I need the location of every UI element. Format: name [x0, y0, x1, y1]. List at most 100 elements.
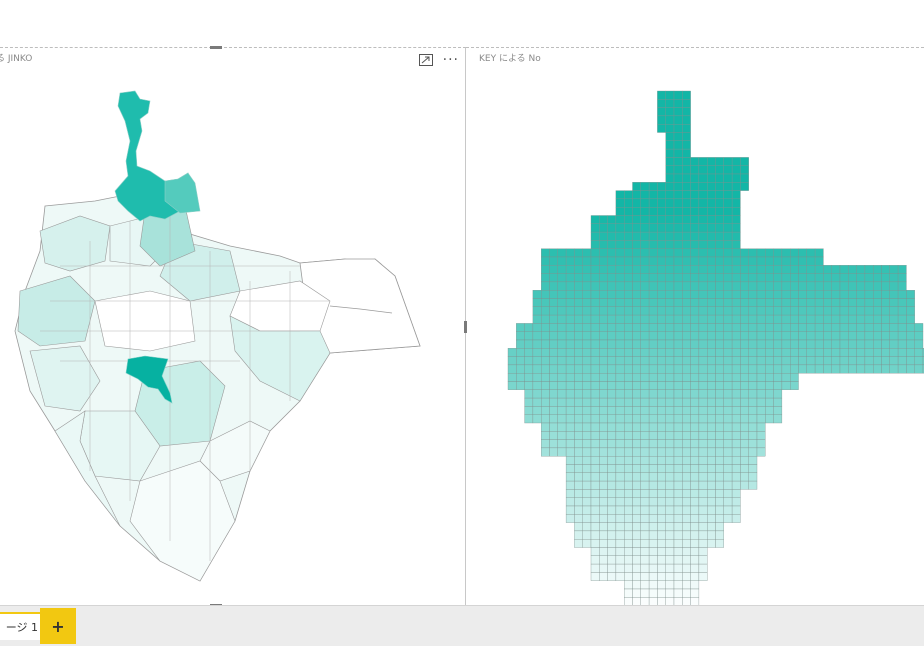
grid-cell[interactable] — [557, 373, 567, 382]
grid-cell[interactable] — [615, 215, 625, 224]
grid-cell[interactable] — [897, 323, 907, 332]
grid-cell[interactable] — [590, 339, 600, 349]
grid-cell[interactable] — [665, 207, 675, 216]
grid-cell[interactable] — [574, 497, 583, 507]
grid-cell[interactable] — [690, 364, 700, 374]
grid-cell[interactable] — [723, 173, 733, 183]
grid-cell[interactable] — [565, 505, 575, 515]
grid-cell[interactable] — [673, 397, 683, 407]
grid-cell[interactable] — [615, 356, 625, 366]
grid-cell[interactable] — [682, 265, 691, 274]
grid-cell[interactable] — [549, 339, 558, 349]
grid-cell[interactable] — [565, 323, 575, 332]
grid-cell[interactable] — [723, 231, 733, 241]
grid-cell[interactable] — [698, 381, 708, 390]
grid-cell[interactable] — [889, 298, 899, 307]
grid-cell[interactable] — [607, 356, 617, 366]
grid-cell[interactable] — [806, 339, 816, 349]
grid-cell[interactable] — [599, 323, 608, 332]
grid-cell[interactable] — [590, 572, 600, 581]
grid-cell[interactable] — [640, 497, 650, 507]
grid-cell[interactable] — [781, 265, 791, 274]
grid-cell[interactable] — [615, 555, 625, 565]
grid-cell[interactable] — [914, 356, 924, 366]
grid-cell[interactable] — [673, 555, 683, 565]
grid-cell[interactable] — [682, 422, 691, 432]
grid-cell[interactable] — [673, 348, 683, 357]
grid-cell[interactable] — [906, 356, 915, 366]
grid-cell[interactable] — [648, 497, 658, 507]
key-grid-map-visual[interactable]: KEY による No — [466, 47, 924, 606]
grid-cell[interactable] — [698, 265, 708, 274]
grid-cell[interactable] — [740, 406, 749, 415]
grid-cell[interactable] — [574, 522, 583, 532]
grid-cell[interactable] — [707, 422, 716, 432]
grid-cell[interactable] — [599, 447, 608, 457]
grid-cell[interactable] — [599, 306, 608, 316]
grid-cell[interactable] — [823, 364, 832, 374]
grid-cell[interactable] — [731, 265, 741, 274]
grid-cell[interactable] — [715, 505, 724, 515]
grid-cell[interactable] — [715, 207, 724, 216]
grid-cell[interactable] — [624, 373, 633, 382]
grid-cell[interactable] — [682, 597, 691, 605]
grid-cell[interactable] — [856, 306, 866, 316]
grid-cell[interactable] — [856, 314, 866, 324]
grid-cell[interactable] — [690, 588, 700, 598]
grid-cell[interactable] — [640, 306, 650, 316]
grid-cell[interactable] — [831, 323, 841, 332]
grid-cell[interactable] — [590, 447, 600, 457]
grid-cell[interactable] — [607, 273, 617, 283]
grid-cell[interactable] — [673, 148, 683, 158]
grid-cell[interactable] — [574, 456, 583, 465]
grid-cell[interactable] — [599, 472, 608, 482]
grid-cell[interactable] — [748, 381, 758, 390]
grid-cell[interactable] — [723, 389, 733, 399]
grid-cell[interactable] — [607, 265, 617, 274]
grid-cell[interactable] — [790, 248, 799, 258]
grid-cell[interactable] — [798, 256, 807, 266]
grid-cell[interactable] — [682, 464, 691, 473]
grid-cell[interactable] — [648, 563, 658, 573]
grid-cell[interactable] — [640, 464, 650, 473]
grid-cell[interactable] — [549, 273, 558, 283]
grid-cell[interactable] — [756, 389, 766, 399]
grid-cell[interactable] — [640, 505, 650, 515]
grid-cell[interactable] — [673, 497, 683, 507]
grid-cell[interactable] — [831, 339, 841, 349]
grid-cell[interactable] — [657, 306, 666, 316]
grid-cell[interactable] — [682, 314, 691, 324]
grid-cell[interactable] — [624, 406, 633, 415]
grid-cell[interactable] — [873, 323, 882, 332]
grid-cell[interactable] — [715, 339, 724, 349]
grid-cell[interactable] — [590, 298, 600, 307]
grid-cell[interactable] — [682, 223, 691, 233]
grid-cell[interactable] — [624, 381, 633, 390]
grid-cell[interactable] — [731, 397, 741, 407]
grid-cell[interactable] — [590, 497, 600, 507]
grid-cell[interactable] — [897, 298, 907, 307]
grid-cell[interactable] — [790, 306, 799, 316]
grid-cell[interactable] — [806, 281, 816, 291]
grid-cell[interactable] — [673, 447, 683, 457]
grid-cell[interactable] — [574, 414, 583, 424]
grid-cell[interactable] — [698, 406, 708, 415]
grid-cell[interactable] — [657, 290, 666, 299]
grid-cell[interactable] — [607, 348, 617, 357]
grid-cell[interactable] — [565, 290, 575, 299]
grid-cell[interactable] — [549, 331, 558, 341]
grid-cell[interactable] — [715, 248, 724, 258]
grid-cell[interactable] — [873, 314, 882, 324]
grid-cell[interactable] — [648, 190, 658, 200]
grid-cell[interactable] — [673, 456, 683, 465]
grid-cell[interactable] — [740, 290, 749, 299]
grid-cell[interactable] — [723, 397, 733, 407]
grid-cell[interactable] — [839, 331, 849, 341]
grid-cell[interactable] — [640, 547, 650, 556]
grid-cell[interactable] — [698, 256, 708, 266]
grid-cell[interactable] — [864, 265, 874, 274]
grid-cell[interactable] — [599, 231, 608, 241]
grid-cell[interactable] — [731, 480, 741, 490]
grid-cell[interactable] — [873, 290, 882, 299]
grid-cell[interactable] — [806, 356, 816, 366]
